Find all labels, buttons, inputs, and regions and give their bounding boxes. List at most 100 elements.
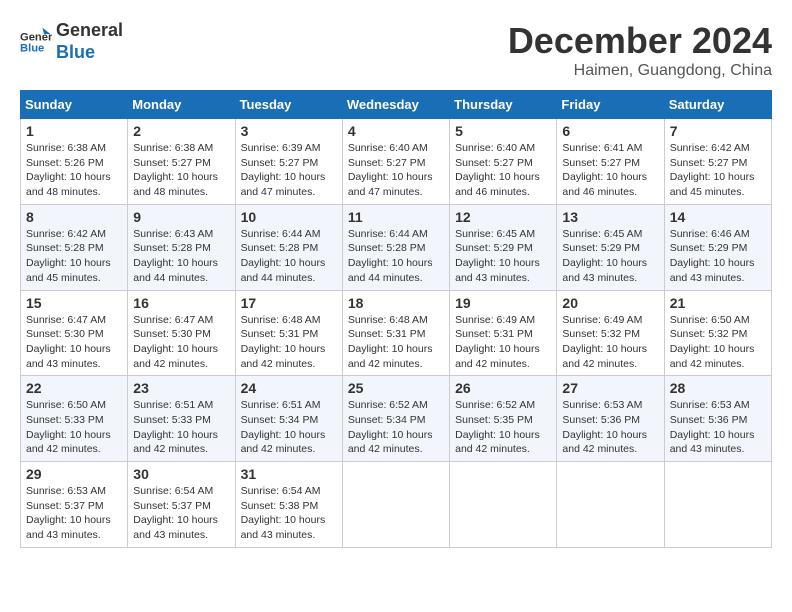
calendar-cell: 24Sunrise: 6:51 AMSunset: 5:34 PMDayligh…: [235, 376, 342, 462]
calendar-cell: 28 Sunrise: 6:53 AMSunset: 5:36 PMDayligh…: [664, 376, 771, 462]
cell-info: Sunrise: 6:50 AMSunset: 5:33 PMDaylight:…: [26, 398, 122, 457]
day-header: Tuesday: [235, 91, 342, 119]
day-number: 19: [455, 295, 551, 311]
logo: General Blue General Blue: [20, 20, 123, 63]
cell-info: Sunrise: 6:48 AMSunset: 5:31 PMDaylight:…: [348, 313, 444, 372]
calendar-cell: 17 Sunrise: 6:48 AMSunset: 5:31 PMDayligh…: [235, 290, 342, 376]
day-number: 7: [670, 123, 766, 139]
location: Haimen, Guangdong, China: [508, 62, 772, 80]
calendar-cell: 8 Sunrise: 6:42 AMSunset: 5:28 PMDaylight…: [21, 204, 128, 290]
calendar-cell: 4 Sunrise: 6:40 AMSunset: 5:27 PMDaylight…: [342, 119, 449, 205]
day-header: Monday: [128, 91, 235, 119]
day-header: Saturday: [664, 91, 771, 119]
calendar-cell: 12 Sunrise: 6:45 AMSunset: 5:29 PMDayligh…: [450, 204, 557, 290]
cell-info: Sunrise: 6:40 AMSunset: 5:27 PMDaylight:…: [348, 141, 444, 200]
calendar-cell: 11 Sunrise: 6:44 AMSunset: 5:28 PMDayligh…: [342, 204, 449, 290]
day-number: 14: [670, 209, 766, 225]
day-number: 21: [670, 295, 766, 311]
calendar-cell: 9 Sunrise: 6:43 AMSunset: 5:28 PMDaylight…: [128, 204, 235, 290]
day-number: 22: [26, 380, 122, 396]
day-header: Wednesday: [342, 91, 449, 119]
day-number: 15: [26, 295, 122, 311]
day-number: 11: [348, 209, 444, 225]
cell-info: Sunrise: 6:38 AMSunset: 5:27 PMDaylight:…: [133, 141, 229, 200]
calendar-cell: [664, 462, 771, 548]
cell-info: Sunrise: 6:53 AMSunset: 5:36 PMDaylight:…: [670, 398, 766, 457]
day-number: 16: [133, 295, 229, 311]
calendar-cell: 23Sunrise: 6:51 AMSunset: 5:33 PMDayligh…: [128, 376, 235, 462]
day-number: 29: [26, 466, 122, 482]
calendar-cell: 6 Sunrise: 6:41 AMSunset: 5:27 PMDaylight…: [557, 119, 664, 205]
calendar-cell: 30 Sunrise: 6:54 AMSunset: 5:37 PMDayligh…: [128, 462, 235, 548]
day-number: 12: [455, 209, 551, 225]
day-header: Sunday: [21, 91, 128, 119]
month-title: December 2024: [508, 20, 772, 62]
calendar-cell: 3Sunrise: 6:39 AMSunset: 5:27 PMDaylight…: [235, 119, 342, 205]
cell-info: Sunrise: 6:50 AMSunset: 5:32 PMDaylight:…: [670, 313, 766, 372]
calendar-cell: 21 Sunrise: 6:50 AMSunset: 5:32 PMDayligh…: [664, 290, 771, 376]
calendar: SundayMondayTuesdayWednesdayThursdayFrid…: [20, 90, 772, 548]
cell-info: Sunrise: 6:40 AMSunset: 5:27 PMDaylight:…: [455, 141, 551, 200]
svg-text:Blue: Blue: [20, 42, 44, 54]
cell-info: Sunrise: 6:41 AMSunset: 5:27 PMDaylight:…: [562, 141, 658, 200]
cell-info: Sunrise: 6:44 AMSunset: 5:28 PMDaylight:…: [241, 227, 337, 286]
calendar-cell: 20Sunrise: 6:49 AMSunset: 5:32 PMDayligh…: [557, 290, 664, 376]
calendar-cell: [450, 462, 557, 548]
cell-info: Sunrise: 6:53 AMSunset: 5:37 PMDaylight:…: [26, 484, 122, 543]
day-number: 6: [562, 123, 658, 139]
day-number: 28: [670, 380, 766, 396]
calendar-cell: 31 Sunrise: 6:54 AMSunset: 5:38 PMDayligh…: [235, 462, 342, 548]
title-area: December 2024 Haimen, Guangdong, China: [508, 20, 772, 80]
calendar-cell: 16 Sunrise: 6:47 AMSunset: 5:30 PMDayligh…: [128, 290, 235, 376]
calendar-cell: 25Sunrise: 6:52 AMSunset: 5:34 PMDayligh…: [342, 376, 449, 462]
day-number: 1: [26, 123, 122, 139]
cell-info: Sunrise: 6:51 AMSunset: 5:34 PMDaylight:…: [241, 398, 337, 457]
cell-info: Sunrise: 6:52 AMSunset: 5:35 PMDaylight:…: [455, 398, 551, 457]
calendar-cell: 19Sunrise: 6:49 AMSunset: 5:31 PMDayligh…: [450, 290, 557, 376]
cell-info: Sunrise: 6:54 AMSunset: 5:37 PMDaylight:…: [133, 484, 229, 543]
logo-icon: General Blue: [20, 26, 52, 58]
day-number: 25: [348, 380, 444, 396]
cell-info: Sunrise: 6:51 AMSunset: 5:33 PMDaylight:…: [133, 398, 229, 457]
day-number: 4: [348, 123, 444, 139]
cell-info: Sunrise: 6:54 AMSunset: 5:38 PMDaylight:…: [241, 484, 337, 543]
calendar-cell: 2 Sunrise: 6:38 AMSunset: 5:27 PMDaylight…: [128, 119, 235, 205]
cell-info: Sunrise: 6:42 AMSunset: 5:27 PMDaylight:…: [670, 141, 766, 200]
header: General Blue General Blue December 2024 …: [20, 20, 772, 80]
cell-info: Sunrise: 6:42 AMSunset: 5:28 PMDaylight:…: [26, 227, 122, 286]
calendar-cell: 26Sunrise: 6:52 AMSunset: 5:35 PMDayligh…: [450, 376, 557, 462]
cell-info: Sunrise: 6:43 AMSunset: 5:28 PMDaylight:…: [133, 227, 229, 286]
calendar-cell: 29 Sunrise: 6:53 AMSunset: 5:37 PMDayligh…: [21, 462, 128, 548]
day-number: 10: [241, 209, 337, 225]
day-number: 5: [455, 123, 551, 139]
day-number: 17: [241, 295, 337, 311]
logo-line1: General: [56, 20, 123, 42]
cell-info: Sunrise: 6:48 AMSunset: 5:31 PMDaylight:…: [241, 313, 337, 372]
calendar-cell: 22 Sunrise: 6:50 AMSunset: 5:33 PMDayligh…: [21, 376, 128, 462]
calendar-cell: 13Sunrise: 6:45 AMSunset: 5:29 PMDayligh…: [557, 204, 664, 290]
day-number: 31: [241, 466, 337, 482]
calendar-cell: 10 Sunrise: 6:44 AMSunset: 5:28 PMDayligh…: [235, 204, 342, 290]
logo-line2: Blue: [56, 42, 123, 64]
calendar-cell: 7 Sunrise: 6:42 AMSunset: 5:27 PMDaylight…: [664, 119, 771, 205]
calendar-cell: [557, 462, 664, 548]
cell-info: Sunrise: 6:45 AMSunset: 5:29 PMDaylight:…: [562, 227, 658, 286]
day-number: 2: [133, 123, 229, 139]
calendar-cell: 5 Sunrise: 6:40 AMSunset: 5:27 PMDaylight…: [450, 119, 557, 205]
cell-info: Sunrise: 6:47 AMSunset: 5:30 PMDaylight:…: [133, 313, 229, 372]
calendar-cell: 27Sunrise: 6:53 AMSunset: 5:36 PMDayligh…: [557, 376, 664, 462]
cell-info: Sunrise: 6:53 AMSunset: 5:36 PMDaylight:…: [562, 398, 658, 457]
day-number: 8: [26, 209, 122, 225]
cell-info: Sunrise: 6:44 AMSunset: 5:28 PMDaylight:…: [348, 227, 444, 286]
cell-info: Sunrise: 6:46 AMSunset: 5:29 PMDaylight:…: [670, 227, 766, 286]
calendar-cell: [342, 462, 449, 548]
calendar-cell: 18Sunrise: 6:48 AMSunset: 5:31 PMDayligh…: [342, 290, 449, 376]
day-header: Thursday: [450, 91, 557, 119]
day-number: 9: [133, 209, 229, 225]
day-number: 3: [241, 123, 337, 139]
cell-info: Sunrise: 6:38 AMSunset: 5:26 PMDaylight:…: [26, 141, 122, 200]
day-number: 30: [133, 466, 229, 482]
day-header: Friday: [557, 91, 664, 119]
cell-info: Sunrise: 6:47 AMSunset: 5:30 PMDaylight:…: [26, 313, 122, 372]
cell-info: Sunrise: 6:45 AMSunset: 5:29 PMDaylight:…: [455, 227, 551, 286]
